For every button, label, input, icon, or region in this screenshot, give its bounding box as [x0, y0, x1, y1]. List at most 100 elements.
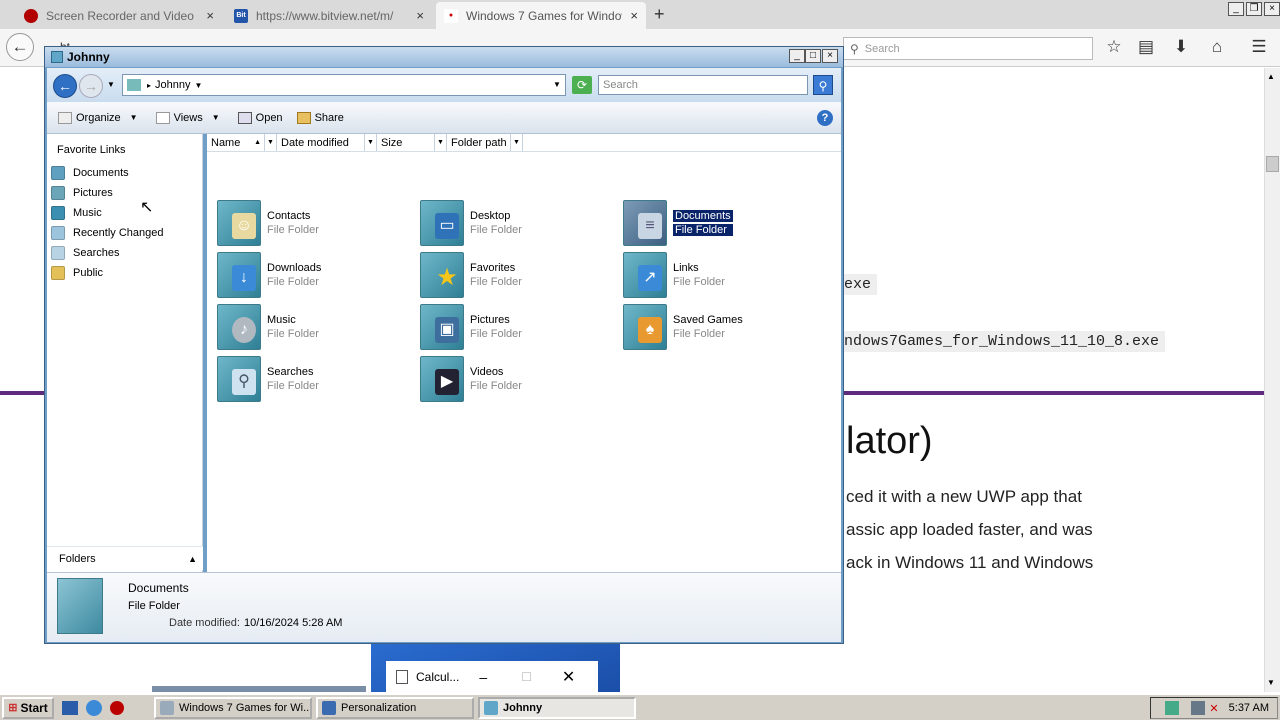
minimize-icon[interactable]: – [479, 669, 487, 685]
column-header-size[interactable]: Size [377, 134, 435, 151]
refresh-icon[interactable]: ⟳ [572, 76, 592, 94]
folder-contacts[interactable]: ☺ Contacts File Folder [217, 198, 417, 248]
tab-close-icon[interactable]: × [630, 8, 638, 23]
tab-close-icon[interactable]: × [416, 8, 424, 23]
open-icon [237, 111, 252, 124]
system-tray: ✕ 5:37 AM [1150, 697, 1278, 719]
window-title: Johnny [67, 50, 110, 64]
task-personalization[interactable]: Personalization [316, 696, 474, 719]
menu-hamburger-icon[interactable]: ☰ [1245, 33, 1273, 61]
help-icon[interactable]: ? [817, 110, 833, 126]
history-dropdown-icon[interactable]: ▼ [107, 80, 115, 89]
back-arrow-icon[interactable]: ← [53, 74, 77, 98]
address-input[interactable]: ▸ Johnny ▼ ▼ [122, 74, 566, 96]
folder-videos[interactable]: ▶ Videos File Folder [420, 354, 620, 404]
fav-link-music[interactable]: Music [51, 204, 102, 222]
organize-button[interactable]: Organize ▼ [55, 110, 141, 126]
tab-bitview[interactable]: Bit https://www.bitview.net/m/ × [226, 2, 432, 29]
views-button[interactable]: Views ▼ [153, 110, 223, 126]
folder-downloads[interactable]: ↓ Downloads File Folder [217, 250, 417, 300]
tab-windows7-games[interactable]: ● Windows 7 Games for Windows × [436, 2, 646, 29]
internet-explorer-icon[interactable] [86, 699, 102, 716]
maximize-icon[interactable]: ☐ [521, 670, 532, 684]
folder-links[interactable]: ↗ Links File Folder [623, 250, 823, 300]
mouse-cursor-icon: ↖ [140, 199, 154, 216]
folder-desktop[interactable]: ▭ Desktop File Folder [420, 198, 620, 248]
location-icon [127, 79, 141, 91]
tab-close-icon[interactable]: × [206, 8, 214, 23]
bookmark-star-icon[interactable]: ☆ [1100, 33, 1128, 61]
fav-link-label: Public [73, 267, 103, 279]
record-icon[interactable] [110, 700, 124, 715]
breadcrumb-johnny[interactable]: Johnny [155, 79, 190, 91]
explorer-search-input[interactable]: Search [598, 75, 808, 95]
task-johnny[interactable]: Johnny [478, 696, 636, 719]
share-button[interactable]: Share [294, 110, 347, 126]
tab-screen-recorder[interactable]: Screen Recorder and Video Ca × [16, 2, 222, 29]
show-desktop-icon[interactable] [62, 700, 78, 715]
scroll-thumb[interactable] [1266, 156, 1279, 172]
scroll-up-icon[interactable]: ▲ [1267, 72, 1275, 81]
folder-searches[interactable]: ⚲ Searches File Folder [217, 354, 417, 404]
site-icon: ● [444, 8, 458, 23]
back-arrow-icon[interactable]: ← [6, 33, 34, 61]
browser-search-input[interactable]: ⚲ Search [843, 37, 1093, 60]
clock[interactable]: 5:37 AM [1229, 702, 1269, 714]
address-dropdown-icon[interactable]: ▼ [553, 80, 561, 89]
column-label: Name [211, 136, 241, 149]
library-icon[interactable]: ▤ [1132, 33, 1160, 61]
minimize-icon[interactable]: _ [789, 49, 805, 63]
minimize-icon[interactable]: _ [1228, 2, 1244, 16]
explorer-title-bar[interactable]: Johnny _ □ × [45, 47, 843, 67]
column-filter-icon[interactable]: ▼ [365, 134, 377, 151]
fav-link-pictures[interactable]: Pictures [51, 184, 113, 202]
maximize-icon[interactable]: □ [805, 49, 821, 63]
column-filter-icon[interactable]: ▼ [511, 134, 523, 151]
tab-label: https://www.bitview.net/m/ [256, 8, 394, 23]
calculator-window[interactable]: Calcul... – ☐ ✕ [386, 661, 598, 692]
breadcrumb-dropdown-icon[interactable]: ▼ [195, 81, 203, 90]
close-icon[interactable]: ✕ [562, 667, 575, 687]
security-icon[interactable] [1165, 701, 1180, 715]
volume-muted-icon[interactable]: ✕ [1209, 702, 1218, 715]
home-icon[interactable]: ⌂ [1203, 33, 1231, 61]
fav-link-public[interactable]: Public [51, 264, 103, 282]
folder-pictures[interactable]: ▣ Pictures File Folder [420, 302, 620, 352]
folder-type: File Folder [673, 276, 725, 288]
network-icon[interactable] [1191, 701, 1206, 715]
windows-logo-icon: ⊞ [8, 702, 18, 714]
fav-link-recently-changed[interactable]: Recently Changed [51, 224, 164, 242]
folder-music[interactable]: ♪ Music File Folder [217, 302, 417, 352]
page-scrollbar[interactable]: ▲ ▼ [1264, 68, 1280, 692]
folder-name: Links [673, 262, 699, 274]
favorite-links-title: Favorite Links [57, 144, 126, 156]
close-icon[interactable]: × [1264, 2, 1280, 16]
close-icon[interactable]: × [822, 49, 838, 63]
download-arrow-icon[interactable]: ⬇ [1167, 33, 1195, 61]
folder-type: File Folder [673, 328, 725, 340]
links-arrow-icon: ↗ [623, 252, 667, 298]
column-filter-icon[interactable]: ▼ [265, 134, 277, 151]
scroll-down-icon[interactable]: ▼ [1267, 678, 1275, 687]
column-header-folder-path[interactable]: Folder path [447, 134, 511, 151]
new-tab-button[interactable]: + [654, 4, 665, 25]
forward-arrow-icon[interactable]: → [79, 74, 103, 98]
breadcrumb-arrow-icon[interactable]: ▸ [147, 81, 151, 90]
search-icon[interactable]: ⚲ [813, 75, 833, 95]
folder-saved-games[interactable]: ♠ Saved Games File Folder [623, 302, 823, 352]
column-filter-icon[interactable]: ▼ [435, 134, 447, 151]
restore-icon[interactable]: ❐ [1246, 2, 1262, 16]
share-icon [296, 111, 311, 124]
fav-link-searches[interactable]: Searches [51, 244, 119, 262]
folder-documents[interactable]: ≡ Documents File Folder [623, 198, 823, 248]
start-button[interactable]: ⊞ Start [2, 696, 54, 719]
task-windows7-games[interactable]: Windows 7 Games for Wi... [154, 696, 312, 719]
column-header-name[interactable]: Name ▲ [207, 134, 265, 151]
fav-link-documents[interactable]: Documents [51, 164, 129, 182]
open-button[interactable]: Open [235, 110, 286, 126]
folder-favorites[interactable]: ★ Favorites File Folder [420, 250, 620, 300]
column-header-date-modified[interactable]: Date modified [277, 134, 365, 151]
folders-toggle[interactable]: Folders ▲ [47, 546, 203, 570]
folder-name: Downloads [267, 262, 322, 274]
folder-name: Saved Games [673, 314, 743, 326]
